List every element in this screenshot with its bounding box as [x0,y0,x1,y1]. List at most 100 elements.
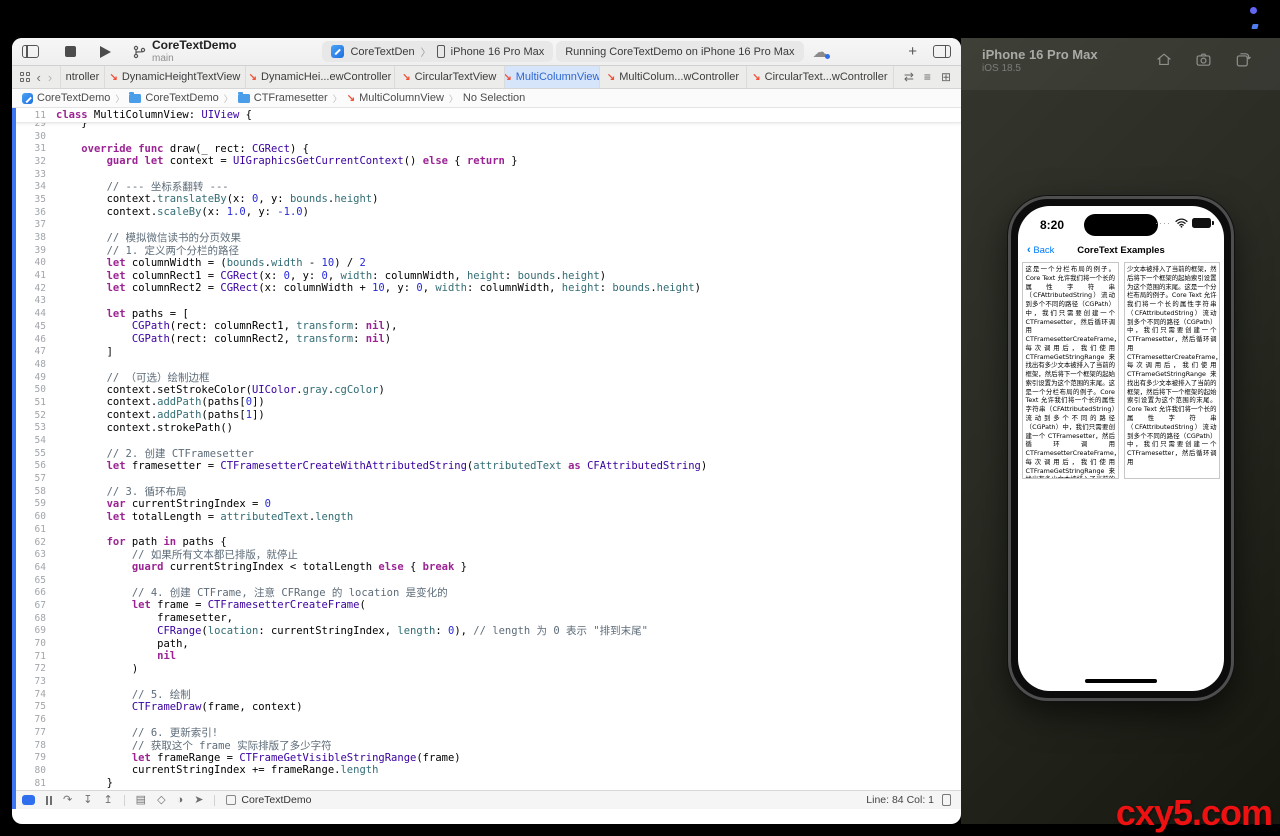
code-line[interactable]: 61 [12,523,961,536]
screenshot-camera-icon[interactable] [1194,51,1213,68]
simulate-location-icon[interactable]: ➤ [194,795,203,806]
run-button[interactable] [100,46,111,58]
editor-tab[interactable]: ↘CircularTextView [394,66,504,88]
back-navigation-button[interactable]: ‹ [37,70,41,85]
cursor-position: Line: 84 Col: 1 [866,794,934,806]
code-line[interactable]: 71 nil [12,650,961,663]
line-number: 77 [12,727,56,738]
memory-graph-icon[interactable]: ◇ [157,795,165,806]
two-column-layout: 这是一个分栏布局的例子。Core Text 允许我们将一个长的属性字符串（CFA… [1022,262,1220,479]
device-indicator-icon[interactable] [942,794,951,806]
code-line[interactable]: 60 let totalLength = attributedText.leng… [12,510,961,523]
environment-overrides-icon[interactable]: ◑ [177,795,184,806]
breadcrumb-item[interactable]: No Selection [463,92,525,104]
code-text: framesetter, [56,612,233,624]
add-tab-button[interactable]: + [908,43,917,60]
step-out-icon[interactable]: ↥ [103,795,112,806]
line-number: 32 [12,156,56,167]
scheme-selector[interactable]: CoreTextDen 〉 iPhone 16 Pro Max [322,41,553,62]
home-button-icon[interactable] [1155,51,1173,68]
editor-tab[interactable]: ↘CircularText...wController [746,66,893,88]
code-line[interactable]: 72 ) [12,663,961,676]
code-line[interactable]: 51 context.addPath(paths[0]) [12,396,961,409]
sidebar-icon [22,45,39,58]
line-number: 44 [12,308,56,319]
line-number: 58 [12,486,56,497]
activity-status[interactable]: Running CoreTextDemo on iPhone 16 Pro Ma… [556,41,803,62]
code-line[interactable]: 44 let paths = [ [12,307,961,320]
step-over-icon[interactable]: ↷ [63,795,72,806]
sidebar-toggle-button[interactable] [22,45,39,58]
sticky-declaration-line[interactable]: 11 class MultiColumnView: UIView { [12,108,961,123]
code-line[interactable]: 59 var currentStringIndex = 0 [12,498,961,511]
code-line[interactable]: 52 context.addPath(paths[1]) [12,409,961,422]
view-hierarchy-debugger-icon[interactable]: ▤ [136,795,146,806]
editor-tab[interactable]: ↘DynamicHeightTextView [104,66,245,88]
code-line[interactable]: 75 CTFrameDraw(frame, context) [12,701,961,714]
home-indicator[interactable] [1085,679,1157,684]
code-line[interactable]: 46 CGPath(rect: columnRect2, transform: … [12,333,961,346]
breadcrumb-item[interactable]: CTFramesetter [238,92,328,104]
code-line[interactable]: 32 guard let context = UIGraphicsGetCurr… [12,155,961,168]
code-line[interactable]: 49 // （可选）绘制边框 [12,371,961,384]
breadcrumb-item[interactable]: ↘MultiColumnView [347,92,444,104]
debug-process[interactable]: CoreTextDemo [226,794,311,806]
editor-layout-button[interactable] [933,45,951,58]
code-line[interactable]: 36 context.scaleBy(x: 1.0, y: -1.0) [12,206,961,219]
code-line[interactable]: 40 let columnWidth = (bounds.width - 10)… [12,257,961,270]
scheme-project[interactable]: CoreTextDemo main [133,39,236,63]
code-line[interactable]: 81 } [12,777,961,790]
code-review-icon[interactable]: ⇄ [904,70,914,84]
code-text: CTFrameDraw(frame, context) [56,701,303,713]
device-icon [437,45,445,58]
code-line[interactable]: 42 let columnRect2 = CGRect(x: columnWid… [12,282,961,295]
code-line[interactable]: 43 [12,295,961,308]
code-line[interactable]: 34 // --- 坐标系翻转 --- [12,180,961,193]
window-corner-accent [1251,24,1258,29]
rotate-device-icon[interactable] [1234,51,1252,68]
code-line[interactable]: 74 // 5. 绘制 [12,688,961,701]
code-line[interactable]: 35 context.translateBy(x: 0, y: bounds.h… [12,193,961,206]
breadcrumb-item[interactable]: CoreTextDemo [22,92,110,104]
code-line[interactable]: 78 // 获取这个 frame 实际排版了多少字符 [12,739,961,752]
add-editor-icon[interactable]: ⊞ [941,70,951,84]
cloud-status-icon[interactable]: ☁ [813,43,828,61]
code-line[interactable]: 39 // 1. 定义两个分栏的路径 [12,244,961,257]
line-number: 51 [12,397,56,408]
code-line[interactable]: 45 CGPath(rect: columnRect1, transform: … [12,320,961,333]
code-line[interactable]: 50 context.setStrokeColor(UIColor.gray.c… [12,383,961,396]
code-line[interactable]: 53 context.strokePath() [12,422,961,435]
code-line[interactable]: 30 [12,130,961,143]
line-number: 33 [12,169,56,180]
code-line[interactable]: 67 let frame = CTFramesetterCreateFrame( [12,599,961,612]
editor-tab[interactable]: ↘DynamicHei...ewController [245,66,394,88]
breakpoints-toggle-button[interactable] [22,795,35,805]
code-line[interactable]: 80 currentStringIndex += frameRange.leng… [12,764,961,777]
step-into-icon[interactable]: ↧ [83,795,92,806]
editor-tab[interactable]: ntroller [60,66,103,88]
code-line[interactable]: 70 path, [12,637,961,650]
stop-button[interactable] [65,46,76,57]
editor-tab[interactable]: ↘MultiColumnView [504,66,599,88]
breadcrumb-separator-icon: 〉 [449,92,458,105]
code-line[interactable]: 66 // 4. 创建 CTFrame, 注意 CFRange 的 locati… [12,586,961,599]
forward-navigation-button[interactable]: › [48,70,52,85]
related-items-icon[interactable] [20,72,30,82]
code-line[interactable]: 31 override func draw(_ rect: CGRect) { [12,142,961,155]
code-line[interactable]: 47 ] [12,345,961,358]
line-number: 50 [12,384,56,395]
code-line[interactable]: 58 // 3. 循环布局 [12,485,961,498]
code-line[interactable]: 69 CFRange(location: currentStringIndex,… [12,625,961,638]
line-number: 60 [12,511,56,522]
code-line[interactable]: 56 let framesetter = CTFramesetterCreate… [12,460,961,473]
code-line[interactable]: 41 let columnRect1 = CGRect(x: 0, y: 0, … [12,269,961,282]
code-line[interactable]: 64 guard currentStringIndex < totalLengt… [12,561,961,574]
editor-tab[interactable]: ↘MultiColum...wController [599,66,746,88]
pause-button[interactable] [46,796,52,805]
code-editor[interactable]: 11 class MultiColumnView: UIView { 29 }3… [12,108,961,809]
adjust-editor-options-icon[interactable]: ≡ [924,70,931,84]
code-line[interactable]: 63 // 如果所有文本都已排版，就停止 [12,548,961,561]
code-line[interactable]: 55 // 2. 创建 CTFramesetter [12,447,961,460]
breadcrumb-item[interactable]: CoreTextDemo [129,92,218,104]
code-line[interactable]: 79 let frameRange = CTFrameGetVisibleStr… [12,751,961,764]
